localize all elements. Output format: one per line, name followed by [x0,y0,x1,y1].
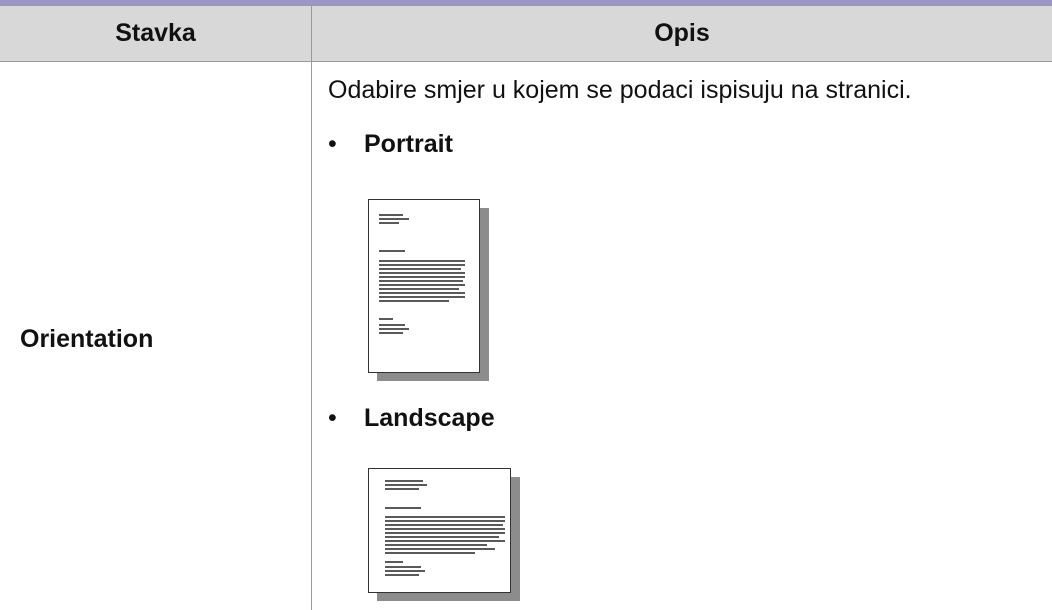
header-bottom-rule [0,61,1052,62]
landscape-page-icon [368,468,522,604]
bullet-dot: • [328,404,337,432]
table-header-row: Stavka Opis [0,6,1052,61]
option-portrait-label: Portrait [364,130,453,158]
row-description: Odabire smjer u kojem se podaci ispisuju… [328,76,912,104]
row-label-orientation: Orientation [20,325,154,353]
settings-table: Stavka Opis Orientation Odabire smjer u … [0,0,1052,610]
body-column-divider [311,62,312,610]
portrait-page-icon [368,199,491,383]
header-item: Stavka [115,19,196,47]
bullet-dot: • [328,130,337,158]
option-landscape-label: Landscape [364,404,495,432]
option-portrait: • Portrait [328,129,453,159]
option-landscape: • Landscape [328,403,495,433]
header-description: Opis [654,19,710,47]
